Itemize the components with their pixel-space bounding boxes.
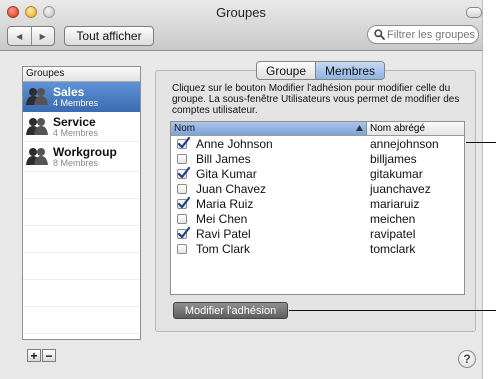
membership-checkbox[interactable] [177,166,190,179]
member-name: Juan Chavez [196,181,267,196]
sort-ascending-icon [356,125,363,131]
empty-list-row [23,172,140,199]
instructions-text: Cliquez sur le bouton Modifier l'adhésio… [172,83,460,116]
empty-list-row [23,226,140,253]
member-short-name: annejohnson [370,136,439,151]
member-name: Anne Johnson [196,136,273,151]
empty-list-row [23,307,140,334]
name-cell: Bill James [171,152,367,166]
toolbar-toggle-button[interactable] [466,7,482,18]
table-row[interactable]: Tom Clark tomclark [171,241,464,256]
tab-groupe[interactable]: Groupe [257,62,315,79]
table-row[interactable]: Juan Chavez juanchavez [171,181,464,196]
member-short-name: ravipatel [370,226,416,241]
membership-checkbox[interactable] [177,226,190,239]
group-item-service[interactable]: Service 4 Membres [23,112,140,142]
checkmark-icon [177,136,190,148]
window-title: Groupes [216,5,266,20]
group-member-count: 4 Membres [53,128,99,138]
membership-checkbox[interactable] [177,213,187,224]
remove-group-button[interactable]: − [42,349,56,362]
checkmark-icon [177,226,190,238]
member-short-name: mariaruiz [370,196,420,211]
table-row[interactable]: Bill James billjames [171,151,464,166]
member-short-name: tomclark [370,241,416,256]
column-header-nom[interactable]: Nom [171,122,367,135]
add-group-button[interactable]: + [27,349,41,362]
navigation-buttons: ◀ ▶ [7,26,55,46]
membership-checkbox[interactable] [177,153,187,164]
groups-list-header: Groupes [23,67,140,82]
group-item-workgroup[interactable]: Workgroup 8 Membres [23,142,140,172]
empty-list-row [23,199,140,226]
table-row[interactable]: Maria Ruiz mariaruiz [171,196,464,211]
column-header-label: Nom [174,123,196,134]
name-cell: Gita Kumar [171,166,367,181]
back-arrow-icon: ◀ [16,31,23,41]
group-item-sales[interactable]: Sales 4 Membres [23,82,140,112]
group-name: Service [53,115,96,129]
table-row[interactable]: Ravi Patel ravipatel [171,226,464,241]
show-all-button[interactable]: Tout afficher [64,26,154,46]
name-cell: Anne Johnson [171,136,367,151]
callout-line [289,310,496,311]
modify-membership-button[interactable]: Modifier l'adhésion [173,302,288,319]
title-bar: Groupes ◀ ▶ Tout afficher Filtrer les gr… [0,0,482,51]
empty-list-row [23,334,140,339]
search-icon [374,29,385,40]
group-name: Sales [53,85,85,99]
group-icon [26,118,48,135]
help-button[interactable]: ? [458,350,476,368]
member-short-name: billjames [370,151,417,166]
member-name: Gita Kumar [196,166,257,181]
groups-list: Groupes Sales 4 Membres Service 4 Membres Wo… [22,66,141,340]
name-cell: Maria Ruiz [171,196,367,211]
groups-window: Groupes ◀ ▶ Tout afficher Filtrer les gr… [0,0,483,379]
segmented-tabs: Groupe Membres [256,61,386,80]
empty-list-row [23,253,140,280]
name-cell: Mei Chen [171,212,367,226]
name-cell: Tom Clark [171,242,367,256]
checkmark-icon [177,196,190,208]
member-name: Bill James [196,151,251,166]
group-member-count: 8 Membres [53,158,99,168]
group-member-count: 4 Membres [53,98,99,108]
membership-checkbox[interactable] [177,196,190,209]
member-name: Mei Chen [196,211,248,226]
callout-line [466,142,496,143]
membership-checkbox[interactable] [177,243,187,254]
forward-button[interactable]: ▶ [30,27,55,45]
table-row[interactable]: Mei Chen meichen [171,211,464,226]
tab-membres[interactable]: Membres [315,62,385,79]
member-name: Ravi Patel [196,226,251,241]
table-row[interactable]: Anne Johnson annejohnson [171,136,464,151]
membership-checkbox[interactable] [177,183,187,194]
table-row[interactable]: Gita Kumar gitakumar [171,166,464,181]
name-cell: Juan Chavez [171,182,367,196]
search-placeholder: Filtrer les groupes [387,28,476,41]
group-icon [26,88,48,105]
search-field[interactable]: Filtrer les groupes [367,25,479,44]
table-header: Nom Nom abrégé [171,122,464,136]
column-header-nom-abrege[interactable]: Nom abrégé [367,122,464,135]
checkmark-icon [177,166,190,178]
member-short-name: gitakumar [370,166,423,181]
back-button[interactable]: ◀ [8,27,31,45]
member-name: Maria Ruiz [196,196,254,211]
member-short-name: meichen [370,211,416,226]
members-table: Nom Nom abrégé Anne Johnson annejohnson Bi… [170,121,465,295]
empty-list-row [23,280,140,307]
member-name: Tom Clark [196,241,251,256]
membership-checkbox[interactable] [177,136,190,149]
forward-arrow-icon: ▶ [39,31,46,41]
group-icon [26,148,48,165]
name-cell: Ravi Patel [171,226,367,241]
member-short-name: juanchavez [370,181,431,196]
group-name: Workgroup [53,145,117,159]
